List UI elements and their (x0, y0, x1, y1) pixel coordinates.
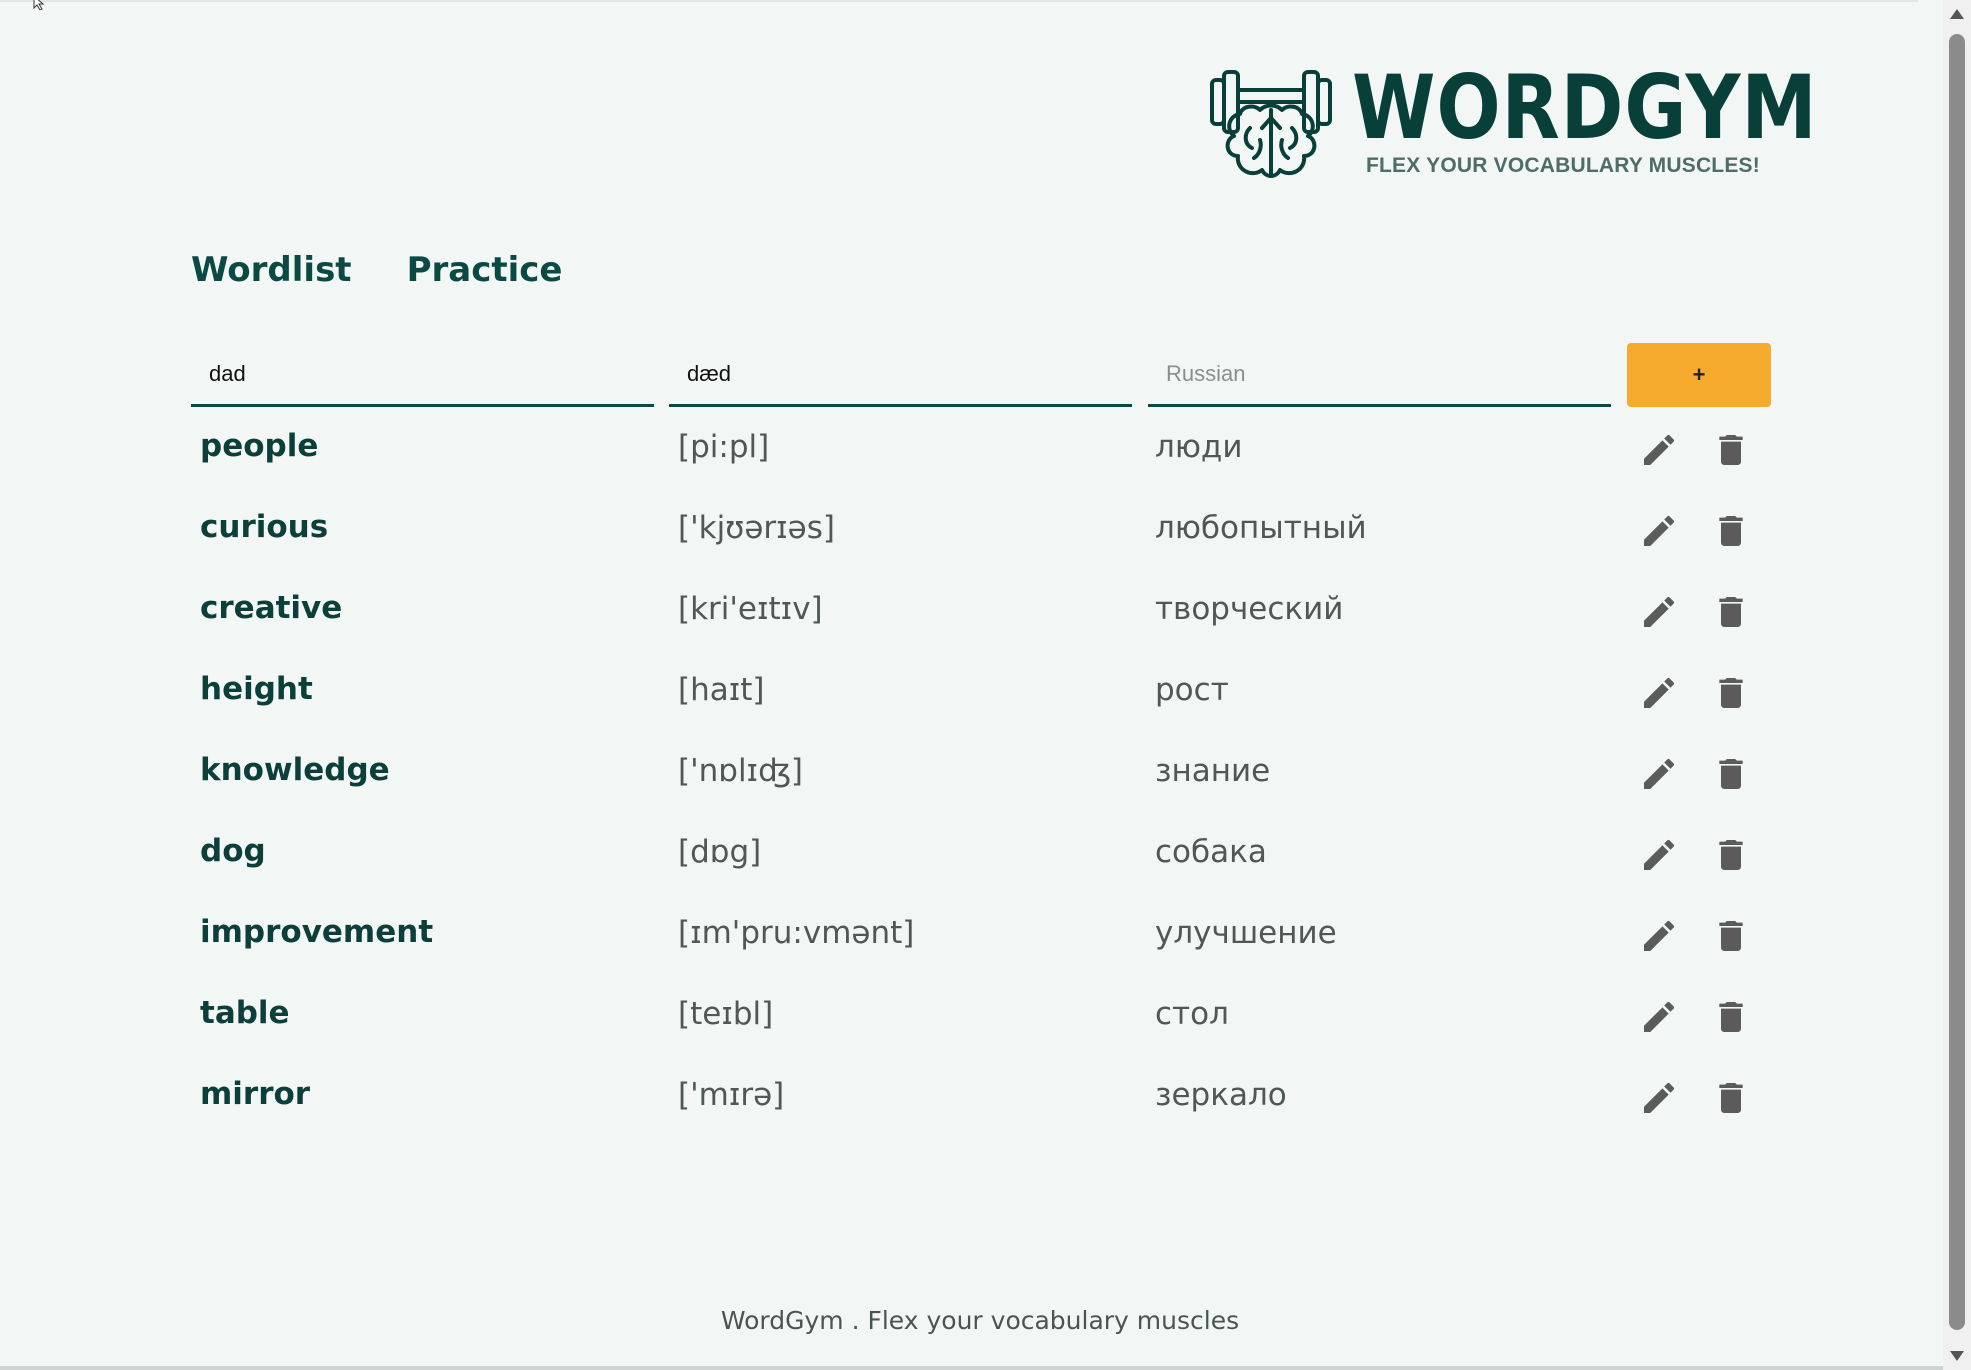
scrollbar[interactable] (1943, 0, 1971, 1370)
bottom-border (0, 1366, 1943, 1370)
word-text: table (200, 995, 290, 1031)
brain-dumbbell-icon (1210, 70, 1332, 178)
trash-icon[interactable] (1711, 1078, 1751, 1118)
scrollbar-thumb[interactable] (1949, 34, 1965, 1330)
word-text: height (200, 671, 313, 707)
trash-icon[interactable] (1711, 673, 1751, 713)
translation-text: любопытный (1155, 510, 1367, 546)
pencil-icon[interactable] (1639, 673, 1679, 713)
transcription-text: [dɒg] (678, 834, 762, 870)
word-row: curious ['kjʊərɪəs] любопытный (191, 491, 1771, 572)
tab-wordlist[interactable]: Wordlist (191, 250, 352, 290)
add-word-button[interactable]: + (1627, 343, 1771, 407)
page: WORDGYM FLEX YOUR VOCABULARY MUSCLES! Wo… (0, 0, 1971, 1370)
pencil-icon[interactable] (1639, 511, 1679, 551)
translation-text: рост (1155, 672, 1229, 708)
transcription-text: [ɪm'pru:vmənt] (678, 915, 915, 951)
word-list: people [pi:pl] люди curious ['kjʊərɪəs] любоп… (191, 410, 1771, 1139)
transcription-text: ['nɒlɪʤ] (678, 753, 803, 789)
word-text: people (200, 428, 319, 464)
trash-icon[interactable] (1711, 430, 1751, 470)
translation-text: стол (1155, 996, 1229, 1032)
trash-icon[interactable] (1711, 916, 1751, 956)
transcription-text: [teɪbl] (678, 996, 774, 1032)
pencil-icon[interactable] (1639, 592, 1679, 632)
translation-text: собака (1155, 834, 1267, 870)
translation-text: зеркало (1155, 1077, 1287, 1113)
translation-input[interactable] (1148, 343, 1611, 407)
trash-icon[interactable] (1711, 511, 1751, 551)
tab-practice[interactable]: Practice (407, 250, 563, 290)
top-border (0, 0, 1918, 3)
word-text: improvement (200, 914, 434, 950)
pencil-icon[interactable] (1639, 997, 1679, 1037)
word-text: knowledge (200, 752, 390, 788)
word-row: mirror ['mɪrə] зеркало (191, 1058, 1771, 1139)
trash-icon[interactable] (1711, 754, 1751, 794)
pencil-icon[interactable] (1639, 835, 1679, 875)
pencil-icon[interactable] (1639, 430, 1679, 470)
word-text: mirror (200, 1076, 311, 1112)
word-row: creative [kri'eɪtɪv] творческий (191, 572, 1771, 653)
scroll-up-arrow-icon[interactable] (1947, 6, 1967, 22)
mouse-cursor-icon (33, 0, 45, 10)
pencil-icon[interactable] (1639, 1078, 1679, 1118)
translation-text: творческий (1155, 591, 1344, 627)
logo-tagline: FLEX YOUR VOCABULARY MUSCLES! (1366, 154, 1760, 177)
trash-icon[interactable] (1711, 835, 1751, 875)
word-text: creative (200, 590, 343, 626)
logo[interactable]: WORDGYM FLEX YOUR VOCABULARY MUSCLES! (1210, 62, 1817, 192)
word-row: height [haɪt] рост (191, 653, 1771, 734)
trash-icon[interactable] (1711, 997, 1751, 1037)
add-word-form: + (191, 343, 1771, 407)
word-row: people [pi:pl] люди (191, 410, 1771, 491)
word-row: dog [dɒg] собака (191, 815, 1771, 896)
word-text: dog (200, 833, 266, 869)
pencil-icon[interactable] (1639, 916, 1679, 956)
word-row: improvement [ɪm'pru:vmənt] улучшение (191, 896, 1771, 977)
pencil-icon[interactable] (1639, 754, 1679, 794)
word-input[interactable] (191, 343, 654, 407)
trash-icon[interactable] (1711, 592, 1751, 632)
transcription-input[interactable] (669, 343, 1132, 407)
footer-text: WordGym . Flex your vocabulary muscles (720, 1306, 1240, 1335)
word-row: knowledge ['nɒlɪʤ] знание (191, 734, 1771, 815)
translation-text: знание (1155, 753, 1271, 789)
logo-title: WORDGYM (1352, 56, 1818, 159)
transcription-text: [kri'eɪtɪv] (678, 591, 823, 627)
transcription-text: [haɪt] (678, 672, 765, 708)
translation-text: улучшение (1155, 915, 1337, 951)
scroll-down-arrow-icon[interactable] (1947, 1348, 1967, 1364)
transcription-text: ['kjʊərɪəs] (678, 510, 835, 546)
word-row: table [teɪbl] стол (191, 977, 1771, 1058)
word-text: curious (200, 509, 329, 545)
translation-text: люди (1155, 429, 1243, 465)
transcription-text: ['mɪrə] (678, 1077, 785, 1113)
main-nav: Wordlist Practice (191, 250, 562, 290)
transcription-text: [pi:pl] (678, 429, 770, 465)
